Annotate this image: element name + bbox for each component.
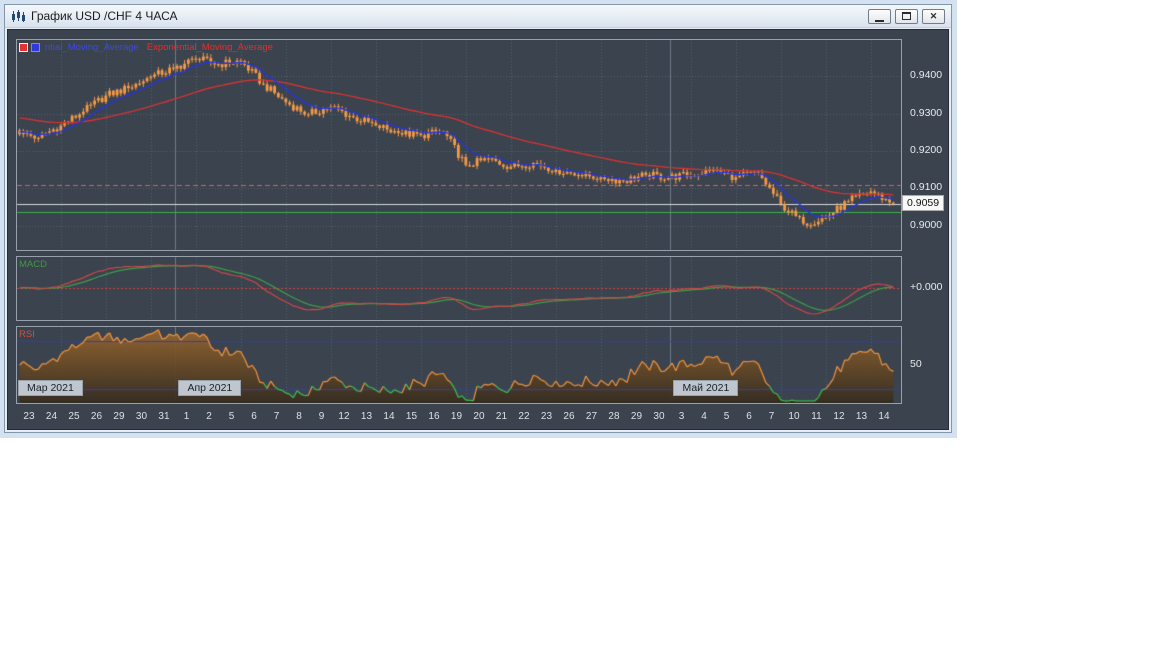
- minimize-button[interactable]: [868, 9, 891, 24]
- time-axis-label: 29: [113, 411, 124, 422]
- time-axis-label: 11: [811, 411, 821, 422]
- macd-panel-label: MACD: [19, 259, 47, 270]
- time-axis-label: 7: [769, 411, 775, 422]
- price-axis-label: 0.9000: [910, 219, 942, 231]
- time-axis-label: 31: [158, 411, 169, 422]
- ema-slow-legend-label: Exponential_Moving_Average: [147, 42, 273, 53]
- time-axis-label: 15: [406, 411, 417, 422]
- time-axis-label: 30: [653, 411, 664, 422]
- price-axis-label: 0.9200: [910, 144, 942, 156]
- chart-window-icon: [11, 10, 26, 23]
- time-axis-label: 6: [746, 411, 752, 422]
- time-axis-label: 12: [833, 411, 844, 422]
- time-axis-label: 27: [586, 411, 597, 422]
- time-axis-label: 24: [46, 411, 57, 422]
- price-panel: [16, 39, 902, 251]
- desktop-background: График USD /CHF 4 ЧАСА ✕ ntial_Moving_Av…: [0, 0, 957, 438]
- window-controls: ✕: [868, 9, 945, 24]
- restore-icon: [902, 12, 911, 20]
- time-axis-label: 12: [338, 411, 349, 422]
- time-axis-label: 7: [274, 411, 280, 422]
- time-axis-label: 13: [361, 411, 372, 422]
- current-price-tag: 0.9059: [902, 195, 944, 211]
- time-axis-label: 5: [229, 411, 235, 422]
- chart-window: График USD /CHF 4 ЧАСА ✕ ntial_Moving_Av…: [4, 4, 952, 433]
- time-axis-label: 20: [473, 411, 484, 422]
- time-axis-label: 3: [679, 411, 685, 422]
- price-axis-label: 0.9100: [910, 181, 942, 193]
- time-axis-label: 9: [319, 411, 325, 422]
- time-axis-label: 29: [631, 411, 642, 422]
- rsi-panel: [16, 326, 902, 404]
- time-axis-label: 6: [251, 411, 257, 422]
- ema-fast-legend-label: ntial_Moving_Average: [45, 42, 139, 53]
- legend-blue-swatch-icon: [31, 43, 40, 52]
- rsi-mid-label: 50: [910, 358, 922, 370]
- time-axis-label: 28: [608, 411, 619, 422]
- time-axis-label: 26: [91, 411, 102, 422]
- time-axis-label: 30: [136, 411, 147, 422]
- time-axis-label: 25: [68, 411, 79, 422]
- time-axis-label: 19: [451, 411, 462, 422]
- window-title: График USD /CHF 4 ЧАСА: [31, 9, 868, 23]
- legend-red-swatch-icon: [19, 43, 28, 52]
- time-axis-label: 14: [383, 411, 394, 422]
- indicator-legend: ntial_Moving_Average Exponential_Moving_…: [19, 42, 273, 53]
- macd-zero-label: +0.000: [910, 281, 942, 293]
- time-axis-label: 13: [856, 411, 867, 422]
- time-axis-label: 23: [23, 411, 34, 422]
- time-axis-label: 4: [701, 411, 707, 422]
- month-label: Май 2021: [673, 380, 738, 396]
- price-axis-label: 0.9300: [910, 107, 942, 119]
- time-axis-label: 14: [878, 411, 889, 422]
- time-axis-label: 22: [518, 411, 529, 422]
- close-button[interactable]: ✕: [922, 9, 945, 24]
- rsi-panel-label: RSI: [19, 329, 35, 340]
- time-axis-label: 10: [788, 411, 799, 422]
- page-background: График USD /CHF 4 ЧАСА ✕ ntial_Moving_Av…: [0, 0, 1152, 648]
- time-axis-label: 1: [184, 411, 190, 422]
- chart-client-area: ntial_Moving_Average Exponential_Moving_…: [7, 29, 949, 430]
- close-icon: ✕: [930, 12, 938, 21]
- minimize-icon: [875, 15, 884, 22]
- time-axis-label: 2: [206, 411, 212, 422]
- macd-panel: [16, 256, 902, 321]
- price-axis-label: 0.9400: [910, 69, 942, 81]
- time-axis-label: 21: [496, 411, 507, 422]
- window-titlebar[interactable]: График USD /CHF 4 ЧАСА ✕: [5, 5, 951, 28]
- time-axis-label: 16: [428, 411, 439, 422]
- time-axis-label: 5: [724, 411, 730, 422]
- time-axis-label: 8: [296, 411, 302, 422]
- month-label: Мар 2021: [18, 380, 83, 396]
- time-axis-label: 26: [563, 411, 574, 422]
- month-label: Апр 2021: [178, 380, 241, 396]
- restore-button[interactable]: [895, 9, 918, 24]
- time-axis-label: 23: [541, 411, 552, 422]
